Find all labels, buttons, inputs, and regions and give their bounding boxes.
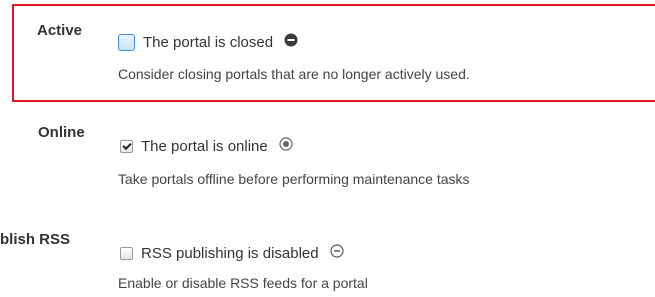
rss-description: Enable or disable RSS feeds for a portal xyxy=(118,275,368,291)
active-checkbox[interactable] xyxy=(118,34,135,51)
rss-toggle-row[interactable]: RSS publishing is disabled xyxy=(120,244,344,263)
setting-label-publish-rss: blish RSS xyxy=(0,231,71,248)
minus-filled-icon[interactable] xyxy=(284,33,298,52)
rss-checkbox-label[interactable]: RSS publishing is disabled xyxy=(141,245,319,262)
online-checkbox[interactable] xyxy=(120,140,133,153)
highlight-frame xyxy=(12,4,655,102)
active-checkbox-label[interactable]: The portal is closed xyxy=(143,34,273,51)
radio-dot-icon[interactable] xyxy=(279,137,293,156)
active-description: Consider closing portals that are no lon… xyxy=(118,66,470,82)
active-toggle-row[interactable]: The portal is closed xyxy=(118,33,298,52)
setting-label-online: Online xyxy=(38,124,85,141)
online-checkbox-label[interactable]: The portal is online xyxy=(141,138,268,155)
online-toggle-row[interactable]: The portal is online xyxy=(120,137,293,156)
online-description: Take portals offline before performing m… xyxy=(118,171,470,187)
setting-label-active: Active xyxy=(37,22,83,39)
minus-outline-icon[interactable] xyxy=(330,244,344,263)
rss-checkbox[interactable] xyxy=(120,247,133,260)
